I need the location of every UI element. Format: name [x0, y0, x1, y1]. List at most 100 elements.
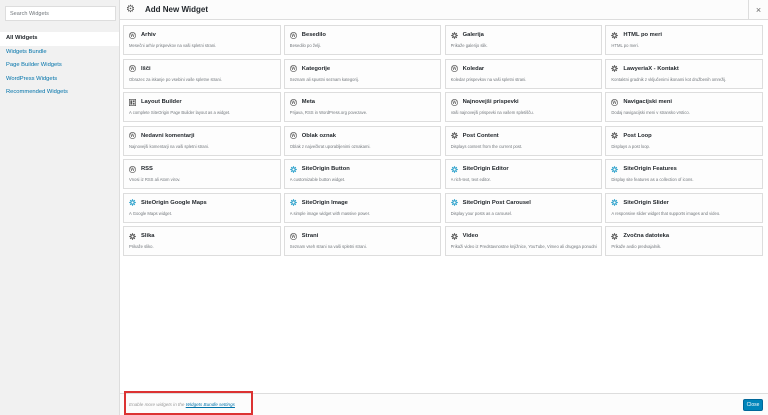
footer-note-text: Enable more widgets in the [129, 402, 186, 407]
wordpress-icon: W [289, 65, 297, 72]
widget-title: Post Loop [623, 132, 652, 139]
nav-item-all-widgets[interactable]: All Widgets [0, 32, 119, 46]
wordpress-icon: W [129, 132, 136, 139]
nav-item-widgets-bundle[interactable]: Widgets Bundle [0, 46, 119, 60]
nav-item-wordpress-widgets[interactable]: WordPress Widgets [0, 73, 119, 87]
widget-card[interactable]: SiteOrigin Features Display site features… [605, 159, 763, 189]
widget-card-header: HTML po meri [611, 31, 758, 39]
widget-title: Besedilo [301, 32, 326, 38]
widget-card[interactable]: SiteOrigin Slider A responsive slider wid… [605, 192, 763, 223]
widget-card[interactable]: SiteOrigin Editor A rich-text, text edito… [444, 159, 603, 189]
search-input[interactable] [5, 6, 116, 21]
widget-card[interactable]: W RSS Vnosi iz RSS ali Atom virov. [123, 159, 281, 189]
gear-icon [611, 65, 619, 72]
widget-card[interactable]: W Strani Seznam vseh strani na vaši spletn… [283, 226, 442, 256]
widget-title: SiteOrigin Google Maps [141, 199, 207, 206]
widget-title: Post Content [462, 132, 499, 139]
widget-card-header: Post Loop [611, 132, 758, 140]
widget-card[interactable]: W Besedilo Besedilo po želji. [283, 25, 442, 55]
widget-description: Besedilo po želji. [289, 43, 322, 48]
footer-note: Enable more widgets in the Widgets Bundl… [124, 391, 253, 415]
widget-card[interactable]: Galerija Prikaže galerijo slik. [444, 25, 603, 55]
widget-card-header: W Meta [289, 98, 437, 106]
widget-card[interactable]: W Išči Obrazec za iskanje po vsebini vaše … [123, 58, 281, 89]
svg-text:W: W [290, 234, 296, 239]
widget-card[interactable]: Post Loop Displays a post loop. [605, 125, 763, 156]
widget-description: A rich-text, text editor. [450, 177, 491, 182]
widget-card-header: W Išči [129, 65, 276, 73]
widget-card-header: Slika [129, 232, 276, 240]
nav-item-page-builder-widgets[interactable]: Page Builder Widgets [0, 59, 119, 73]
widget-description: Prijava, RSS in WordPress.org povezave. [289, 110, 368, 115]
widget-card[interactable]: Video Prikaži video iz Predstavnostne knj… [444, 226, 603, 256]
widget-card[interactable]: W Arhiv Mesečni arhiv prispevkov na vaši s… [123, 25, 281, 55]
widget-card-header: SiteOrigin Slider [611, 199, 758, 207]
widget-title: Zvočna datoteka [623, 233, 670, 239]
widget-title: LawyeriaX - Kontakt [623, 65, 679, 72]
widget-card-header: SiteOrigin Image [290, 199, 437, 207]
widget-card-header: W Kategorije [289, 65, 437, 73]
widget-grid: W Arhiv Mesečni arhiv prispevkov na vaši s… [123, 25, 765, 256]
widget-card[interactable]: HTML po meri HTML po meri. [605, 25, 763, 55]
widget-card[interactable]: Post Content Displays content from the cu… [444, 125, 603, 156]
widget-card[interactable]: W Oblak oznak Oblak z največkrat uporablje… [283, 125, 442, 156]
widget-card[interactable]: W Navigacijski meni Dodaj navigacijski men… [605, 92, 763, 122]
svg-text:W: W [451, 66, 457, 71]
widget-title: Meta [301, 99, 316, 105]
widget-card[interactable]: SiteOrigin Button A customizable button w… [283, 159, 442, 189]
widget-title: SiteOrigin Editor [462, 166, 509, 172]
widget-title: Išči [141, 65, 151, 72]
widget-card[interactable]: W Najnovejši prispevki Vaši najnovejši pri… [444, 92, 603, 122]
widget-description: Kontaktni gradnik z vključenimi ikonami … [611, 76, 727, 82]
widget-card[interactable]: SiteOrigin Image A simple image widget wi… [283, 192, 442, 223]
widget-title: Video [462, 233, 479, 239]
wordpress-icon: W [450, 98, 458, 106]
widget-description: Prikaži video iz Predstavnostne knjižnic… [450, 244, 598, 249]
widget-card-header: W Strani [289, 232, 437, 240]
widget-description: Seznam vseh strani na vaši spletni stran… [289, 244, 367, 249]
widget-description: Display site features as a collection of… [611, 177, 694, 182]
wordpress-icon: W [611, 98, 619, 106]
widget-description: Displays a post loop. [611, 143, 651, 149]
widget-card-header: Video [450, 232, 598, 240]
widget-card[interactable]: W Nedavni komentarji Najnovejši komentarji… [123, 125, 281, 156]
widget-card-header: SiteOrigin Post Carousel [450, 199, 598, 207]
widget-card-header: LawyeriaX - Kontakt [611, 65, 758, 73]
wordpress-icon: W [289, 98, 297, 106]
svg-text:W: W [451, 100, 457, 105]
widget-card[interactable]: Zvočna datoteka Prikaže avdio predvajalni… [605, 226, 763, 256]
svg-text:W: W [290, 66, 296, 71]
widget-card[interactable]: W Koledar Koledar prispevkov na vaši splet… [444, 58, 603, 89]
widget-title: SiteOrigin Features [623, 166, 677, 172]
widget-description: A simple image widget with massive power… [289, 210, 371, 216]
widget-description: Displays content from the current post. [450, 143, 523, 149]
widget-title: Layout Builder [141, 99, 182, 105]
widget-card[interactable]: W Meta Prijava, RSS in WordPress.org povez… [283, 92, 442, 122]
gear-icon [611, 132, 619, 139]
widget-title: Oblak oznak [301, 132, 336, 139]
widget-title: Slika [141, 233, 155, 239]
widget-description: Vaši najnovejši prispevki na vašem splet… [450, 110, 534, 115]
widget-card[interactable]: W Kategorije Seznam ali spustni seznam kat… [283, 58, 442, 89]
gear-icon [450, 132, 458, 139]
widget-card-header: SiteOrigin Button [290, 165, 437, 173]
gear-icon: ⚙ [126, 4, 135, 15]
nav-item-recommended-widgets[interactable]: Recommended Widgets [0, 86, 119, 100]
dialog-title: Add New Widget [145, 5, 209, 14]
widget-card[interactable]: SiteOrigin Google Maps A Google Maps widg… [123, 192, 281, 223]
widget-card-header: Post Content [450, 132, 598, 140]
widget-card[interactable]: LawyeriaX - Kontakt Kontaktni gradnik z v… [605, 58, 763, 89]
widget-category-nav: All Widgets Widgets Bundle Page Builder … [0, 32, 119, 100]
widget-card[interactable]: Slika Prikaže sliko. [123, 226, 281, 256]
widget-card[interactable]: Layout Builder A complete SiteOrigin Page… [123, 92, 281, 122]
close-button[interactable]: Close [743, 399, 763, 411]
svg-text:W: W [129, 33, 135, 38]
close-icon[interactable]: × [748, 0, 768, 20]
widgets-bundle-settings-link[interactable]: Widgets Bundle settings [186, 402, 235, 407]
wordpress-icon: W [450, 65, 458, 72]
wordpress-icon: W [289, 132, 297, 139]
widget-card[interactable]: SiteOrigin Post Carousel Display your pos… [444, 192, 603, 223]
dialog-header: ⚙ Add New Widget × [120, 0, 768, 20]
widget-title: Navigacijski meni [623, 99, 673, 105]
dialog-footer: Enable more widgets in the Widgets Bundl… [120, 391, 768, 415]
